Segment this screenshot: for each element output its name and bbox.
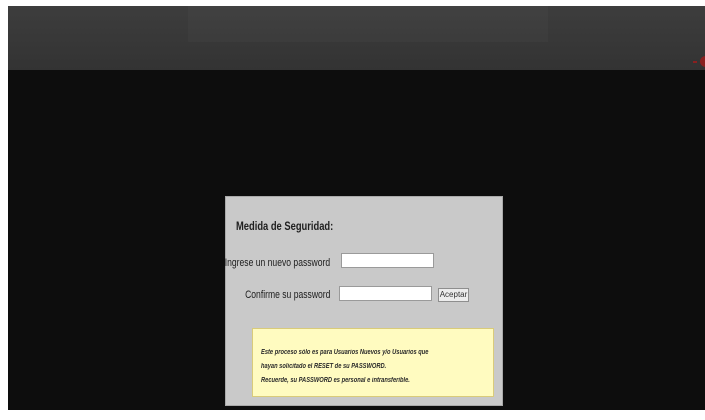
- dialog-title: Medida de Seguridad:: [236, 219, 334, 233]
- header-status-dot-icon: [700, 56, 705, 67]
- notice-line: hayan solicitado el RESET de su PASSWORD…: [261, 363, 387, 370]
- confirm-password-label: Confirme su password: [244, 289, 330, 301]
- notice-line: Recuerde, su PASSWORD es personal e intr…: [261, 377, 410, 384]
- new-password-input[interactable]: [341, 253, 434, 268]
- accept-button[interactable]: Aceptar: [438, 288, 469, 302]
- header-highlight: [188, 6, 548, 42]
- screen: Medida de Seguridad: Ingrese un nuevo pa…: [0, 0, 705, 420]
- top-header-bar: [8, 6, 705, 70]
- notice-line: Este proceso sólo es para Usuarios Nuevo…: [261, 349, 429, 356]
- security-dialog: Medida de Seguridad: Ingrese un nuevo pa…: [225, 196, 503, 406]
- browser-viewport: Medida de Seguridad: Ingrese un nuevo pa…: [8, 6, 705, 410]
- confirm-password-input[interactable]: [339, 286, 432, 301]
- new-password-label: Ingrese un nuevo password: [224, 257, 330, 269]
- notice-box: Este proceso sólo es para Usuarios Nuevo…: [252, 328, 494, 397]
- header-dash-mark: [693, 61, 697, 63]
